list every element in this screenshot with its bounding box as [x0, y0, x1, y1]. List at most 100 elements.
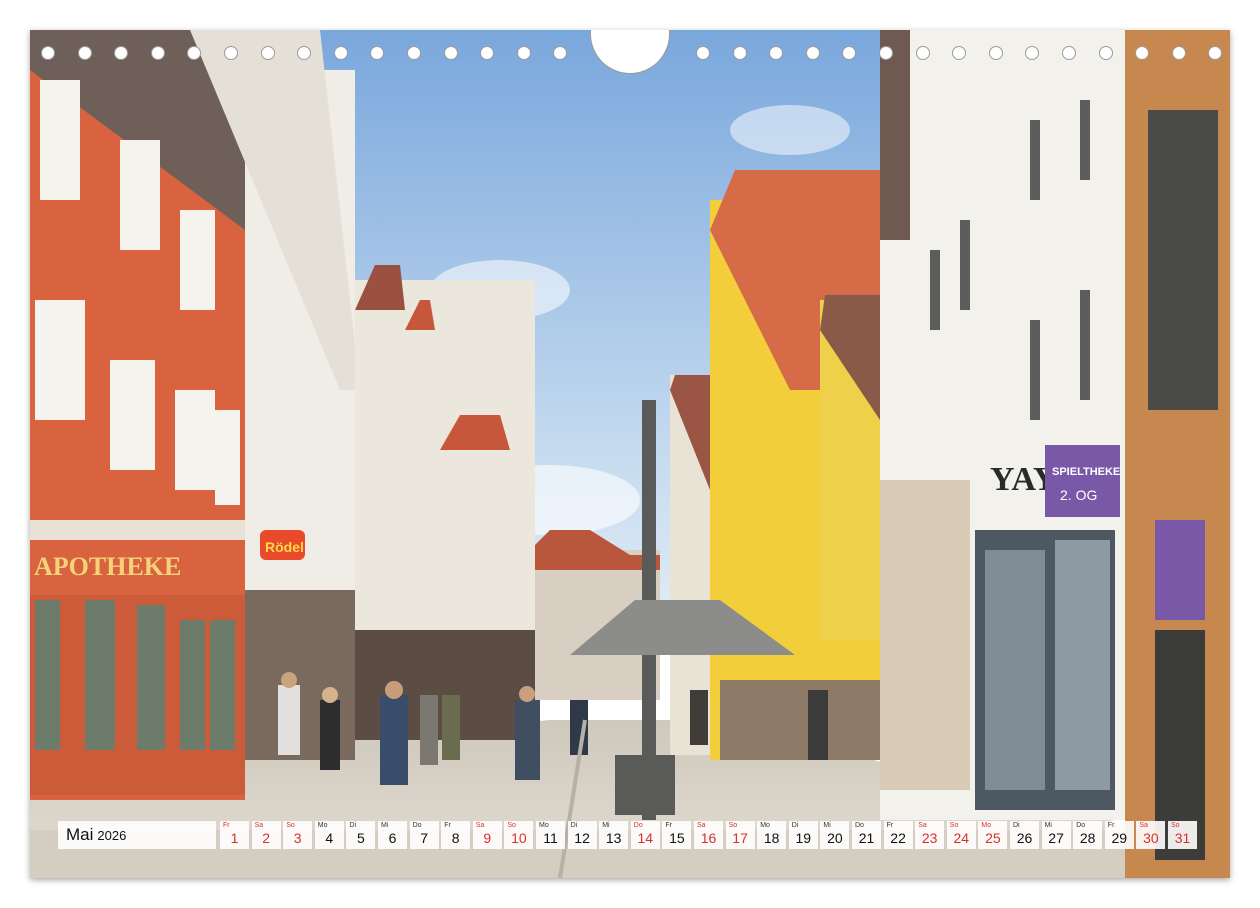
- day-number: 12: [574, 830, 590, 846]
- apotheke-sign: APOTHEKE: [34, 552, 181, 581]
- weekday-label: Mi: [823, 822, 831, 829]
- day-number: 7: [420, 830, 428, 846]
- binding-hole: [1171, 46, 1186, 60]
- weekday-label: Fr: [665, 822, 672, 829]
- calendar-day: So 10: [504, 821, 534, 849]
- calendar-day: Do 7: [409, 821, 439, 849]
- weekday-label: So: [728, 822, 738, 829]
- weekday-label: Mo: [539, 822, 549, 829]
- weekday-label: Sa: [918, 822, 927, 829]
- binding-hole: [879, 46, 893, 60]
- weekday-label: Di: [791, 822, 799, 829]
- day-number: 31: [1174, 830, 1191, 846]
- binding-hole: [150, 46, 165, 60]
- calendar-day: Do 28: [1073, 821, 1103, 849]
- day-number: 21: [858, 830, 875, 846]
- day-number: 8: [451, 830, 460, 846]
- binding-hole: [77, 46, 92, 60]
- day-number: 19: [795, 830, 812, 846]
- binding-hole: [516, 46, 531, 60]
- weekday-label: Fr: [1107, 822, 1115, 829]
- binding-hole: [224, 46, 238, 60]
- binding-hole: [41, 46, 55, 60]
- weekday-label: Sa: [254, 822, 264, 829]
- calendar-day: Mi 20: [820, 821, 850, 849]
- weekday-label: Do: [633, 822, 643, 829]
- day-number: 26: [1016, 830, 1033, 846]
- calendar-day: Fr 1: [220, 821, 249, 849]
- weekday-label: Mi: [1044, 822, 1052, 829]
- calendar-day: Fr 22: [883, 821, 913, 849]
- day-number: 22: [890, 830, 906, 846]
- calendar-day: Mo 25: [978, 821, 1008, 849]
- month-year: 2026: [97, 828, 127, 843]
- day-number: 10: [511, 830, 527, 846]
- calendar-day: Mo 4: [314, 821, 344, 849]
- weekday-label: Fr: [886, 822, 894, 829]
- calendar-day: Di 26: [1010, 821, 1039, 849]
- svg-text:SPIELTHEKE: SPIELTHEKE: [1052, 466, 1120, 478]
- street-scene: APOTHEKE Rödel YAYA SPIELTHEKE 2. OG: [30, 30, 1230, 878]
- calendar-day: Fr 8: [441, 821, 471, 849]
- spieltheke-sign: [1045, 445, 1120, 517]
- cloud: [730, 105, 850, 155]
- weekday-label: So: [507, 822, 516, 829]
- day-number: 28: [1079, 830, 1096, 846]
- calendar-day: Do 14: [630, 821, 660, 849]
- binding-hole: [260, 46, 275, 60]
- binding-hole: [407, 46, 421, 60]
- calendar-day: Sa 23: [915, 821, 945, 849]
- calendar-day: So 31: [1168, 821, 1197, 849]
- weekday-label: So: [949, 822, 959, 829]
- day-number: 25: [985, 830, 1001, 846]
- day-number: 24: [953, 830, 970, 846]
- calendar-day: Di 5: [346, 821, 376, 849]
- calendar-day: Mi 6: [378, 821, 407, 849]
- binding-hole: [333, 46, 348, 60]
- weekday-label: So: [1171, 822, 1180, 829]
- day-number: 23: [921, 830, 938, 846]
- weekday-label: Di: [570, 822, 578, 829]
- calendar-day: Mo 18: [757, 821, 787, 849]
- weekday-label: Di: [349, 822, 357, 829]
- calendar-page: APOTHEKE Rödel YAYA SPIELTHEKE 2. OG Mai…: [0, 0, 1260, 908]
- weekday-label: Sa: [1139, 822, 1148, 829]
- calendar-day: Di 12: [567, 821, 597, 849]
- calendar-day: Di 19: [788, 821, 818, 849]
- weekday-label: Do: [855, 822, 864, 829]
- day-number: 27: [1048, 830, 1064, 846]
- weekday-label: Fr: [444, 822, 451, 829]
- binding-hole: [732, 46, 747, 60]
- day-number: 6: [388, 830, 397, 846]
- svg-text:2. OG: 2. OG: [1060, 487, 1097, 503]
- month-label: Mai 2026: [58, 821, 216, 849]
- binding-hole: [1098, 46, 1113, 60]
- calendar-day: So 24: [946, 821, 976, 849]
- street-photo: APOTHEKE Rödel YAYA SPIELTHEKE 2. OG: [30, 30, 1230, 878]
- calendar-strip: Mai 2026 Fr 1 Sa 2 So 3 Mo 4 Di 5 Mi 6 Do 7 Fr 8 Sa 9 So 10 M…: [58, 821, 1201, 849]
- weekday-label: Do: [412, 822, 422, 829]
- day-number: 17: [732, 830, 748, 846]
- day-number: 3: [293, 830, 302, 846]
- rodel-sign: Rödel: [265, 539, 304, 555]
- weekday-label: Sa: [475, 822, 485, 829]
- day-number: 20: [827, 830, 843, 846]
- month-name: Mai: [66, 825, 94, 844]
- day-number: 5: [356, 830, 365, 846]
- calendar-day: So 3: [283, 821, 313, 849]
- weekday-label: Do: [1076, 822, 1086, 829]
- day-number: 18: [763, 830, 780, 846]
- binding-hole: [988, 46, 1003, 60]
- day-number: 15: [669, 830, 685, 846]
- calendar-day: Mo 11: [536, 821, 565, 849]
- weekday-label: Di: [1013, 822, 1020, 829]
- calendar-day: Sa 16: [694, 821, 723, 849]
- day-number: 16: [700, 830, 717, 846]
- calendar-day: Do 21: [852, 821, 881, 849]
- weekday-label: Fr: [223, 822, 230, 829]
- weekday-label: Sa: [697, 822, 706, 829]
- calendar-day: So 17: [725, 821, 755, 849]
- day-number: 9: [483, 830, 492, 846]
- day-number: 4: [325, 830, 334, 846]
- day-number: 30: [1143, 830, 1159, 846]
